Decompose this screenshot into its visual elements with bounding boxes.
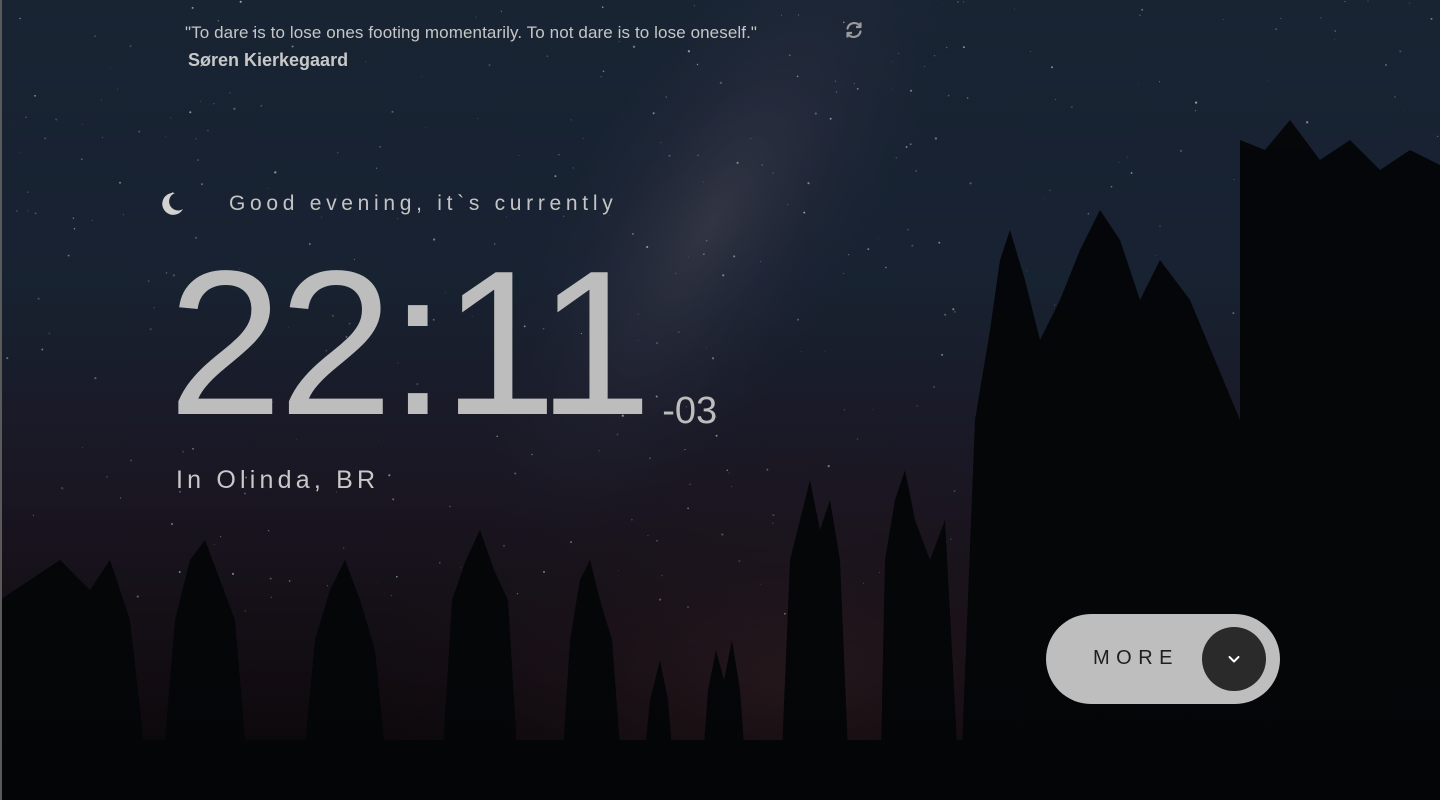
greeting: Good evening, it`s currently — [158, 188, 617, 220]
refresh-quote-button[interactable] — [843, 19, 865, 41]
more-button[interactable]: MORE — [1046, 614, 1280, 704]
moon-icon — [162, 192, 183, 215]
clock: 22:11 -03 — [168, 228, 718, 458]
greeting-text: Good evening, it`s currently — [229, 192, 618, 215]
clock-time: 22:11 — [168, 228, 652, 458]
quote-section: "To dare is to lose ones footing momenta… — [185, 22, 905, 71]
quote-text: "To dare is to lose ones footing momenta… — [185, 23, 758, 42]
clock-timezone: -03 — [662, 390, 718, 432]
quote-author: Søren Kierkegaard — [188, 50, 349, 70]
window-left-border — [0, 0, 2, 800]
refresh-icon — [846, 22, 862, 38]
app-page: "To dare is to lose ones footing momenta… — [0, 0, 1440, 800]
more-toggle[interactable] — [1202, 627, 1266, 691]
chevron-down-icon — [1228, 656, 1240, 663]
location-text: In Olinda, BR — [176, 466, 380, 494]
more-button-label: MORE — [1093, 647, 1179, 669]
